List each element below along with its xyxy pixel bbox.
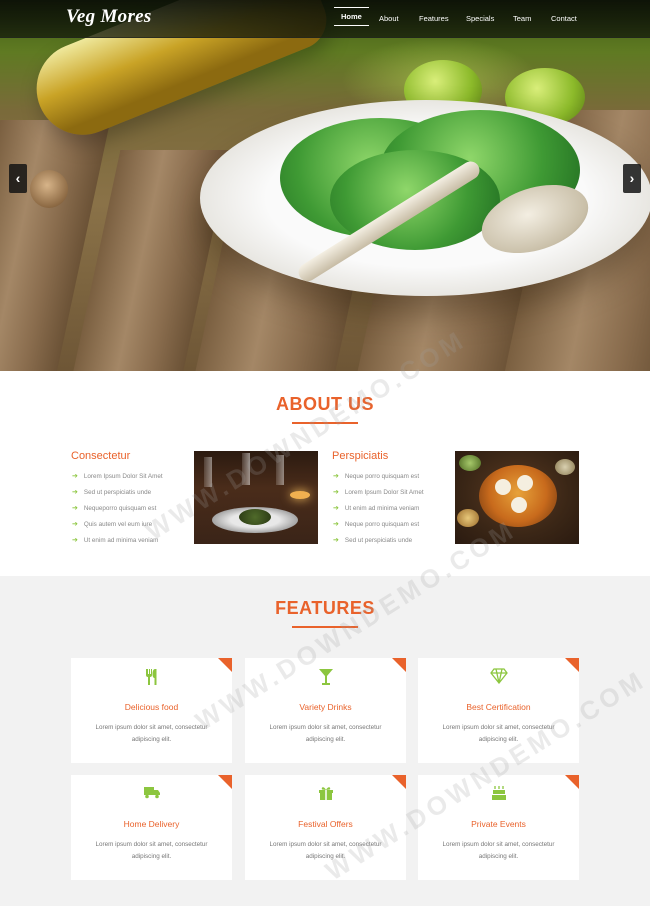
card-title: Home Delivery: [123, 819, 180, 829]
card-text: Lorem ipsum dolor sit amet, consectetur …: [442, 724, 555, 743]
wine-glass: [242, 453, 250, 485]
hero-slider: Veg Mores Home About Features Specials T…: [0, 0, 650, 371]
list-item: ➔ Ut enim ad minima veniam: [72, 537, 159, 544]
side-dish: [457, 509, 479, 527]
list-item: ➔ Nequeporro quisquam est: [72, 505, 157, 512]
about-title: ABOUT US: [276, 394, 374, 414]
egg: [495, 479, 511, 495]
side-dish: [459, 455, 481, 471]
list-item: ➔ Neque porro quisquam est: [333, 473, 420, 480]
slider-next-icon[interactable]: ›: [623, 164, 641, 193]
arrow-right-icon: ➔: [72, 489, 78, 496]
arrow-right-icon: ➔: [72, 537, 78, 544]
list-item: ➔ Quis autem vel eum iure: [72, 521, 153, 528]
cake-icon: [418, 785, 579, 805]
food-bowl-photo: [455, 451, 579, 544]
card-title: Festival Offers: [298, 819, 353, 829]
arrow-right-icon: ➔: [333, 473, 339, 480]
feature-card: Home Delivery Lorem ipsum dolor sit amet…: [71, 775, 232, 880]
features-title: FEATURES: [275, 598, 375, 618]
about-left-list: ➔ Lorem Ipsum Dolor Sit Amet ➔ Sed ut pers…: [72, 472, 163, 552]
bottle-cork: [30, 170, 68, 208]
wine-glass: [204, 457, 212, 487]
features-title-underline: [292, 626, 358, 628]
logo[interactable]: Veg Mores: [66, 6, 152, 28]
nav-home[interactable]: Home: [334, 7, 369, 26]
arrow-right-icon: ➔: [333, 489, 339, 496]
arrow-right-icon: ➔: [72, 473, 78, 480]
bowl: [479, 465, 557, 527]
side-dish: [555, 459, 575, 475]
nav-features[interactable]: Features: [413, 11, 455, 26]
cutlery-icon: [71, 668, 232, 690]
about-title-underline: [292, 422, 358, 424]
card-text: Lorem ipsum dolor sit amet, consectetur …: [442, 841, 555, 860]
arrow-right-icon: ➔: [333, 537, 339, 544]
nav-contact[interactable]: Contact: [545, 11, 583, 26]
card-title: Delicious food: [124, 702, 179, 712]
feature-card: Delicious food Lorem ipsum dolor sit ame…: [71, 658, 232, 763]
candle-light: [290, 491, 310, 499]
gift-icon: [245, 785, 406, 805]
egg: [511, 497, 527, 513]
list-item: ➔ Ut enim ad minima veniam: [333, 505, 420, 512]
truck-icon: [71, 785, 232, 803]
diamond-icon: [418, 668, 579, 688]
about-right-heading: Perspiciatis: [332, 450, 389, 462]
card-text: Lorem ipsum dolor sit amet, consectetur …: [95, 841, 208, 860]
about-left-heading: Consectetur: [71, 450, 131, 462]
wine-glass: [276, 455, 284, 485]
restaurant-photo: [194, 451, 318, 544]
arrow-right-icon: ➔: [333, 505, 339, 512]
navbar: Veg Mores Home About Features Specials T…: [0, 0, 650, 38]
list-item: ➔ Sed ut perspiciatis unde: [333, 537, 413, 544]
arrow-right-icon: ➔: [333, 521, 339, 528]
card-text: Lorem ipsum dolor sit amet, consectetur …: [269, 841, 382, 860]
list-item: ➔ Neque porro quisquam est: [333, 521, 420, 528]
cocktail-icon: [245, 668, 406, 690]
arrow-right-icon: ➔: [72, 505, 78, 512]
feature-card: Best Certification Lorem ipsum dolor sit…: [418, 658, 579, 763]
dish: [239, 509, 271, 525]
feature-card: Festival Offers Lorem ipsum dolor sit am…: [245, 775, 406, 880]
nav-team[interactable]: Team: [507, 11, 537, 26]
card-title: Variety Drinks: [299, 702, 352, 712]
list-item: ➔ Sed ut perspiciatis unde: [72, 489, 152, 496]
nav-specials[interactable]: Specials: [460, 11, 500, 26]
arrow-right-icon: ➔: [72, 521, 78, 528]
card-title: Best Certification: [466, 702, 531, 712]
slider-prev-icon[interactable]: ‹: [9, 164, 27, 193]
list-item: ➔ Lorem Ipsum Dolor Sit Amet: [333, 489, 424, 496]
card-text: Lorem ipsum dolor sit amet, consectetur …: [269, 724, 382, 743]
card-text: Lorem ipsum dolor sit amet, consectetur …: [95, 724, 208, 743]
list-item: ➔ Lorem Ipsum Dolor Sit Amet: [72, 473, 163, 480]
egg: [517, 475, 533, 491]
feature-card: Private Events Lorem ipsum dolor sit ame…: [418, 775, 579, 880]
card-title: Private Events: [471, 819, 526, 829]
nav-about[interactable]: About: [373, 11, 405, 26]
about-right-list: ➔ Neque porro quisquam est ➔ Lorem Ipsum D…: [333, 472, 424, 552]
feature-card: Variety Drinks Lorem ipsum dolor sit ame…: [245, 658, 406, 763]
